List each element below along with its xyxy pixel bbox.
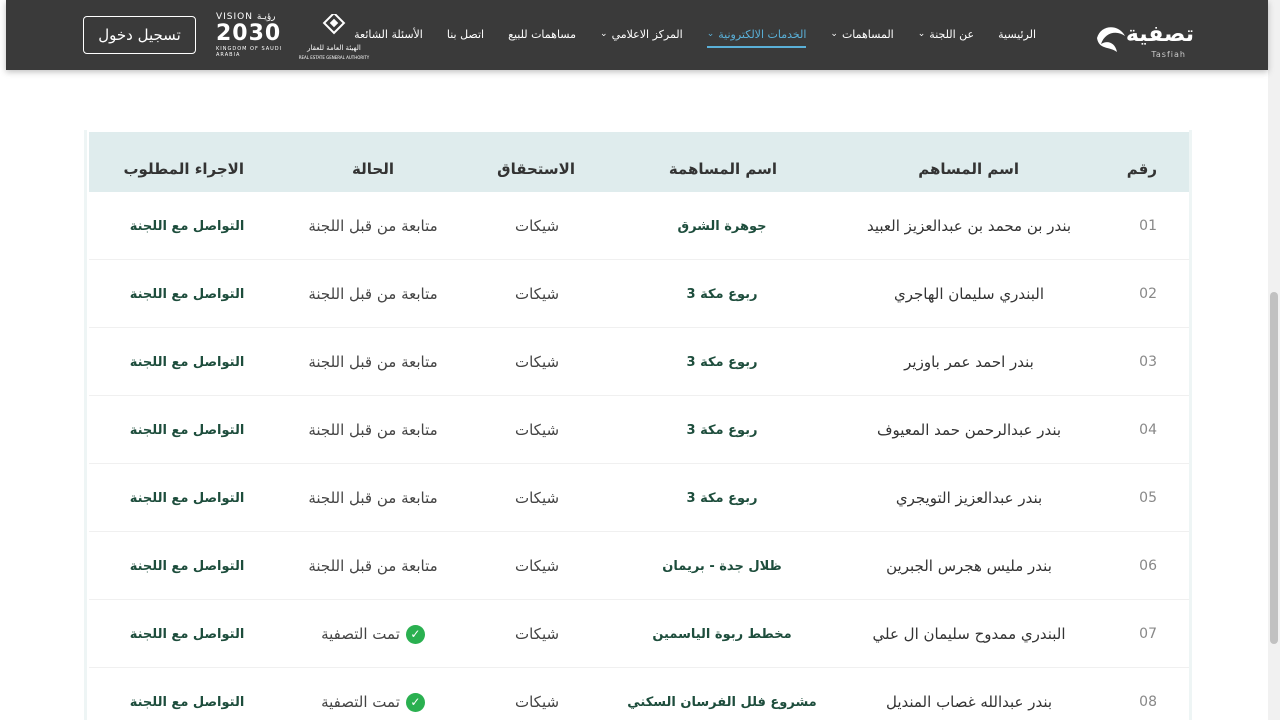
rega-name-en: REAL ESTATE GENERAL AUTHORITY bbox=[298, 55, 370, 60]
nav-item-5[interactable]: مساهمات للبيع bbox=[508, 0, 576, 68]
vision-country: KINGDOM OF SAUDI ARABIA bbox=[216, 46, 283, 58]
page-scrollbar[interactable] bbox=[1268, 0, 1280, 720]
rega-logo: الهيئة العامة للعقار REAL ESTATE GENERAL… bbox=[296, 11, 372, 60]
cell-action[interactable]: التواصل مع اللجنة bbox=[0, 192, 387, 260]
table-row: 04 بندر عبدالرحمن حمد المعيوف ربوع مكة 3 شي… bbox=[89, 396, 1189, 464]
cell-action[interactable]: التواصل مع اللجنة bbox=[0, 668, 387, 720]
table-row: 03 بندر احمد عمر باوزير ربوع مكة 3 شيكات متا… bbox=[89, 328, 1189, 396]
cell-text: بندر احمد عمر باوزير bbox=[904, 353, 1034, 371]
chevron-down-icon: ⌄ bbox=[830, 29, 838, 39]
logo-swoosh-icon bbox=[1097, 27, 1125, 52]
vision-2030-logo: VISION رؤيـة 2030 KINGDOM OF SAUDI ARABI… bbox=[216, 12, 292, 60]
cell-action[interactable]: التواصل مع اللجنة bbox=[0, 260, 387, 328]
nav-item-label: الرئيسية bbox=[998, 27, 1036, 41]
table-row: 08 بندر عبدالله غصاب المنديل مشروع فلل الف… bbox=[89, 668, 1189, 720]
cell-action[interactable]: التواصل مع اللجنة bbox=[0, 464, 387, 532]
header-action: الاجراء المطلوب bbox=[123, 160, 244, 178]
logo-text: تصفية bbox=[1125, 22, 1194, 47]
tasfiah-logo[interactable]: تصفية Tasfiah bbox=[1091, 14, 1196, 59]
nav-item-4[interactable]: المركز الاعلامي ⌄ bbox=[600, 0, 683, 68]
table-row: 05 بندر عبدالعزيز التويجري ربوع مكة 3 شيكات… bbox=[89, 464, 1189, 532]
table-row: 07 البندري ممدوح سليمان ال علي مخطط ربوة ا… bbox=[89, 600, 1189, 668]
chevron-down-icon: ⌄ bbox=[706, 29, 715, 39]
login-button[interactable]: تسجيل دخول bbox=[83, 16, 196, 54]
vision-year: 2030 bbox=[216, 21, 282, 46]
chevron-down-icon: ⌄ bbox=[600, 29, 608, 39]
cell-text: التواصل مع اللجنة bbox=[129, 490, 245, 506]
cell-text: التواصل مع اللجنة bbox=[129, 218, 245, 234]
nav-item-2[interactable]: المساهمات ⌄ bbox=[830, 0, 893, 68]
cell-text: التواصل مع اللجنة bbox=[129, 354, 245, 370]
table-row: 06 بندر مليس هجرس الجبرين ظلال جدة - بريما… bbox=[89, 532, 1189, 600]
nav-item-label: عن اللجنة bbox=[929, 27, 975, 41]
logo-subtext: Tasfiah bbox=[1151, 50, 1186, 59]
header-due: الاستحقاق bbox=[497, 160, 575, 178]
cell-action[interactable]: التواصل مع اللجنة bbox=[0, 396, 387, 464]
contributors-table: رقم اسم المساهم اسم المساهمة الاستحقاق ا… bbox=[84, 130, 1192, 720]
cell-text: التواصل مع اللجنة bbox=[129, 694, 245, 710]
check-circle-icon: ✓ bbox=[405, 624, 425, 644]
table-row: 01 بندر بن محمد بن عبدالعزيز العبيد جوهرة … bbox=[89, 192, 1189, 260]
nav-item-label: مساهمات للبيع bbox=[508, 27, 577, 41]
nav-item-label: الخدمات الالكترونية bbox=[718, 27, 807, 41]
scrollbar-thumb[interactable] bbox=[1270, 292, 1278, 644]
nav-item-1[interactable]: عن اللجنة ⌄ bbox=[918, 0, 974, 68]
nav-item-label: المساهمات bbox=[841, 27, 894, 41]
header-num: رقم bbox=[1126, 160, 1157, 178]
nav-item-6[interactable]: اتصل بنا bbox=[447, 0, 484, 68]
cell-action[interactable]: التواصل مع اللجنة bbox=[0, 532, 387, 600]
table-row: 02 البندري سليمان الهاجري ربوع مكة 3 شيكات م… bbox=[89, 260, 1189, 328]
nav-item-label: اتصل بنا bbox=[446, 27, 485, 41]
nav-item-label: المركز الاعلامي bbox=[611, 27, 683, 41]
nav-item-0[interactable]: الرئيسية bbox=[998, 0, 1036, 68]
rega-name-ar: الهيئة العامة للعقار bbox=[307, 44, 361, 52]
header-status: الحالة bbox=[352, 160, 394, 178]
cell-text: التواصل مع اللجنة bbox=[129, 422, 245, 438]
header-name: اسم المساهم bbox=[918, 160, 1019, 178]
main-menu: الرئيسية عن اللجنة ⌄ المساهمات ⌄ الخدمات الال… bbox=[330, 0, 1036, 68]
rega-emblem-icon bbox=[322, 11, 346, 35]
cell-action[interactable]: التواصل مع اللجنة bbox=[0, 600, 387, 668]
cell-text: التواصل مع اللجنة bbox=[129, 626, 245, 642]
header-project: اسم المساهمة bbox=[668, 160, 777, 178]
check-circle-icon: ✓ bbox=[405, 692, 425, 712]
cell-text: التواصل مع اللجنة bbox=[129, 558, 245, 574]
nav-item-3[interactable]: الخدمات الالكترونية ⌄ bbox=[706, 0, 807, 68]
top-navbar: تصفية Tasfiah الرئيسية عن اللجنة ⌄ المساهما… bbox=[6, 0, 1268, 70]
cell-text: التواصل مع اللجنة bbox=[129, 286, 245, 302]
table-header: رقم اسم المساهم اسم المساهمة الاستحقاق ا… bbox=[89, 132, 1189, 192]
chevron-down-icon: ⌄ bbox=[917, 29, 926, 39]
cell-action[interactable]: التواصل مع اللجنة bbox=[0, 328, 387, 396]
